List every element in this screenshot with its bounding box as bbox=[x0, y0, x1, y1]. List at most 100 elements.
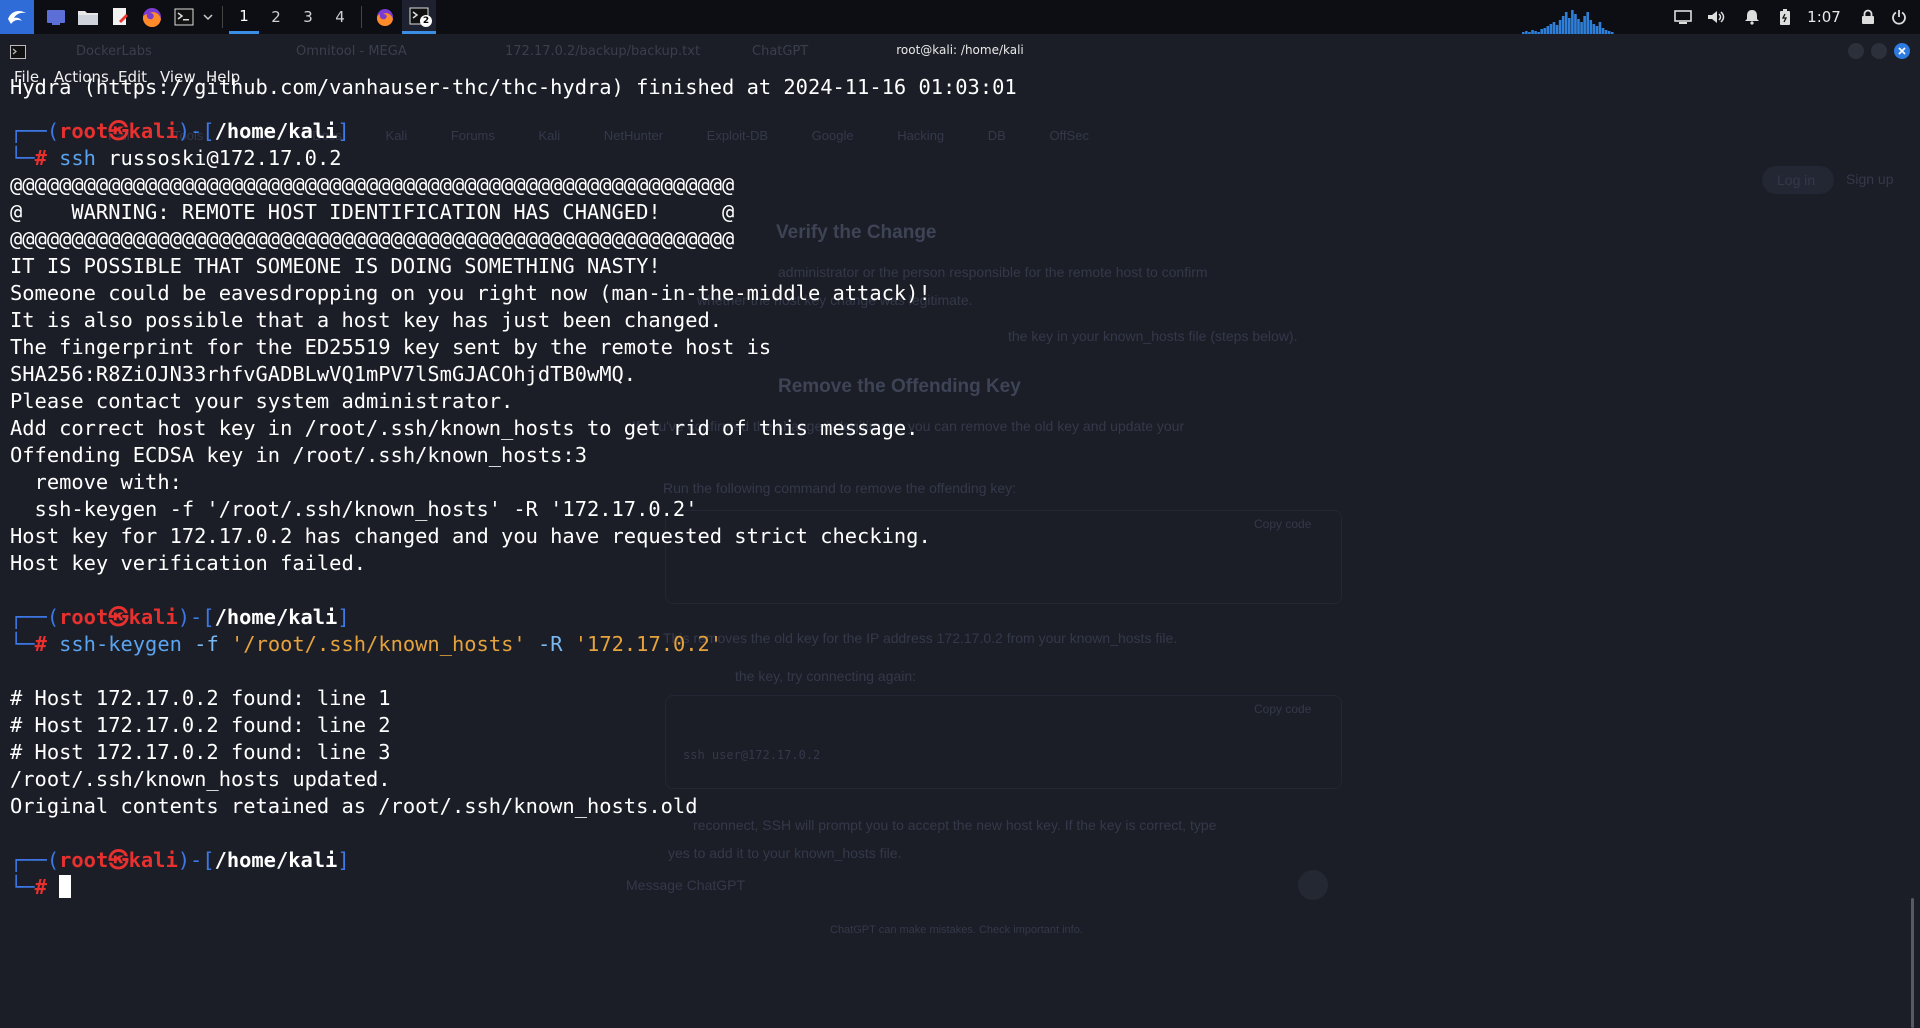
prompt-line: ┌──(root㉿kali)-[/home/kali] bbox=[10, 605, 350, 629]
display-icon[interactable] bbox=[1672, 0, 1694, 34]
prompt-at: ㉿ bbox=[108, 119, 129, 143]
show-desktop-icon[interactable] bbox=[42, 0, 70, 34]
output-line: # Host 172.17.0.2 found: line 1 bbox=[10, 686, 391, 710]
output-line: @@@@@@@@@@@@@@@@@@@@@@@@@@@@@@@@@@@@@@@@… bbox=[10, 227, 735, 251]
terminal-scrollbar[interactable] bbox=[1911, 898, 1914, 1028]
bg-text-3: the key in your known_hosts file (steps … bbox=[1008, 328, 1298, 344]
prompt-line: ┌──(root㉿kali)-[/home/kali] bbox=[10, 119, 350, 143]
terminal-task-icon[interactable]: 2 bbox=[402, 0, 436, 34]
cpu-monitor-graph bbox=[1522, 10, 1614, 34]
cpu-graph-bar bbox=[1568, 18, 1571, 34]
file-manager-icon[interactable] bbox=[74, 0, 102, 34]
bg-login-button: Log in bbox=[1762, 166, 1834, 194]
bg-message-input: Message ChatGPT bbox=[626, 877, 746, 893]
output-line: @ WARNING: REMOTE HOST IDENTIFICATION HA… bbox=[10, 200, 735, 224]
active-command-line[interactable]: └─# bbox=[10, 874, 72, 901]
bg-text-9: yes to add it to your known_hosts file. bbox=[668, 845, 902, 861]
cpu-graph-bar bbox=[1598, 22, 1602, 34]
output-line: Please contact your system administrator… bbox=[10, 389, 514, 413]
volume-icon[interactable] bbox=[1705, 0, 1727, 34]
output-line: IT IS POSSIBLE THAT SOMEONE IS DOING SOM… bbox=[10, 254, 661, 278]
battery-icon[interactable] bbox=[1776, 0, 1794, 34]
output-line: ssh-keygen -f '/root/.ssh/known_hosts' -… bbox=[10, 497, 698, 521]
top-panel: 1 2 3 4 2 1:07 bbox=[0, 0, 1920, 34]
cpu-graph-bar bbox=[1571, 10, 1574, 34]
terminal-launcher-icon[interactable] bbox=[170, 0, 198, 34]
command-line: └─# ssh russoski@172.17.0.2 bbox=[10, 146, 342, 170]
command-ssh-args: russoski@172.17.0.2 bbox=[108, 146, 342, 170]
bg-text-8: reconnect, SSH will prompt you to accept… bbox=[693, 817, 1217, 833]
command-ssh-keygen: ssh-keygen bbox=[59, 632, 182, 656]
cpu-graph-bar bbox=[1555, 25, 1559, 34]
cpu-graph-bar bbox=[1580, 22, 1583, 34]
terminal-area[interactable]: Kali Tools Kali Docs Kali Forums Kali Ne… bbox=[0, 75, 1920, 1028]
hydra-finished-line: Hydra (https://github.com/vanhauser-thc/… bbox=[10, 75, 1017, 99]
output-line: Host key for 172.17.0.2 has changed and … bbox=[10, 524, 931, 548]
kali-menu-icon[interactable] bbox=[0, 0, 34, 34]
cpu-graph-bar bbox=[1546, 26, 1550, 34]
chevron-down-icon[interactable] bbox=[200, 0, 216, 34]
bg-signup-button: Sign up bbox=[1846, 171, 1894, 187]
firefox-task-icon[interactable] bbox=[368, 0, 402, 34]
clock[interactable]: 1:07 bbox=[1804, 0, 1844, 34]
output-line: @@@@@@@@@@@@@@@@@@@@@@@@@@@@@@@@@@@@@@@@… bbox=[10, 173, 735, 197]
output-line: Original contents retained as /root/.ssh… bbox=[10, 794, 698, 818]
output-line: It is also possible that a host key has … bbox=[10, 308, 723, 332]
cpu-graph-bar bbox=[1552, 22, 1556, 34]
bg-text-1: administrator or the person responsible … bbox=[778, 264, 1208, 280]
cpu-graph-bar bbox=[1564, 12, 1568, 34]
cpu-graph-bar bbox=[1592, 24, 1596, 34]
cpu-graph-bar bbox=[1583, 16, 1586, 34]
workspace-2[interactable]: 2 bbox=[261, 0, 291, 34]
bg-heading-1: Verify the Change bbox=[776, 222, 937, 243]
bg-text-6: This removes the old key for the IP addr… bbox=[663, 630, 1178, 646]
cpu-graph-bar bbox=[1595, 26, 1599, 34]
panel-separator bbox=[361, 6, 362, 28]
bg-heading-2: Remove the Offending Key bbox=[778, 376, 1021, 397]
bg-send-icon bbox=[1298, 870, 1328, 900]
minimize-button[interactable] bbox=[1848, 43, 1864, 59]
output-line: Offending ECDSA key in /root/.ssh/known_… bbox=[10, 443, 587, 467]
prompt-line: ┌──(root㉿kali)-[/home/kali] bbox=[10, 848, 350, 872]
output-line: The fingerprint for the ED25519 key sent… bbox=[10, 335, 772, 359]
command-line: └─# ssh-keygen -f '/root/.ssh/known_host… bbox=[10, 632, 723, 656]
power-icon[interactable] bbox=[1888, 0, 1910, 34]
workspace-1[interactable]: 1 bbox=[229, 0, 259, 34]
window-title: root@kali: /home/kali bbox=[896, 43, 1024, 57]
command-ssh: ssh bbox=[59, 146, 96, 170]
window-titlebar[interactable]: DockerLabs Omnitool - MEGA 172.17.0.2/ba… bbox=[0, 34, 1920, 68]
panel-separator bbox=[222, 6, 223, 28]
cpu-graph-bar bbox=[1549, 24, 1553, 34]
cpu-graph-bar bbox=[1561, 16, 1565, 34]
terminal-count-badge: 2 bbox=[420, 15, 432, 27]
firefox-icon[interactable] bbox=[138, 0, 166, 34]
output-line: Add correct host key in /root/.ssh/known… bbox=[10, 416, 919, 440]
lock-screen-icon[interactable] bbox=[1858, 0, 1878, 34]
prompt-cwd: /home/kali bbox=[214, 119, 338, 143]
bg-text-7: the key, try connecting again: bbox=[735, 668, 917, 684]
output-line: # Host 172.17.0.2 found: line 3 bbox=[10, 740, 391, 764]
cpu-graph-bar bbox=[1586, 12, 1590, 34]
cpu-graph-bar bbox=[1589, 20, 1593, 34]
notifications-icon[interactable] bbox=[1742, 0, 1762, 34]
output-line: Host key verification failed. bbox=[10, 551, 367, 575]
output-line: # Host 172.17.0.2 found: line 2 bbox=[10, 713, 391, 737]
output-line: /root/.ssh/known_hosts updated. bbox=[10, 767, 391, 791]
text-cursor bbox=[59, 875, 72, 898]
workspace-3[interactable]: 3 bbox=[293, 0, 323, 34]
bg-text-5: Run the following command to remove the … bbox=[663, 480, 1017, 496]
cpu-graph-bar bbox=[1558, 20, 1562, 34]
workspace-4[interactable]: 4 bbox=[325, 0, 355, 34]
cpu-graph-bar bbox=[1574, 14, 1577, 34]
output-line: SHA256:R8ZiOJN33rhfvGADBLwVQ1mPV7lSmGJAC… bbox=[10, 362, 637, 386]
close-button[interactable] bbox=[1894, 43, 1910, 59]
output-line: Someone could be eavesdropping on you ri… bbox=[10, 281, 931, 305]
maximize-button[interactable] bbox=[1871, 43, 1887, 59]
prompt-user: root bbox=[59, 119, 109, 143]
output-line: remove with: bbox=[10, 470, 182, 494]
text-editor-icon[interactable] bbox=[106, 0, 134, 34]
bg-code-block-2: Copy code ssh user@172.17.0.2 bbox=[665, 695, 1342, 789]
cpu-graph-bar bbox=[1577, 19, 1580, 34]
prompt-host: kali bbox=[128, 119, 178, 143]
bg-footer: ChatGPT can make mistakes. Check importa… bbox=[830, 924, 1083, 936]
